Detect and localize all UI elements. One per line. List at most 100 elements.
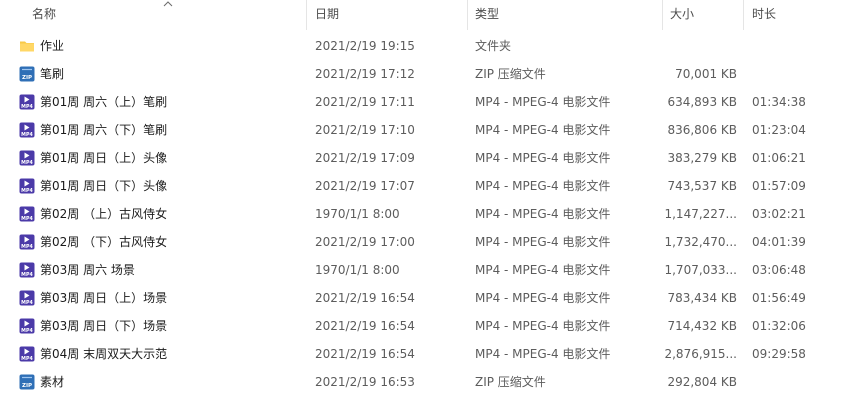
column-header-name[interactable]: 名称 [32, 0, 56, 30]
file-type: ZIP 压缩文件 [475, 375, 546, 389]
file-name: 第02周 （下）古风侍女 [40, 235, 168, 249]
column-divider[interactable] [662, 0, 663, 30]
zip-file-icon: ZIP [19, 374, 35, 390]
file-duration: 01:06:21 [752, 151, 806, 165]
file-row[interactable]: MP4 第01周 周六（上）笔刷 2021/2/19 17:11 MP4 - MPEG… [0, 88, 848, 116]
file-type: ZIP 压缩文件 [475, 67, 546, 81]
file-date: 2021/2/19 17:00 [315, 235, 415, 249]
file-date: 2021/2/19 17:07 [315, 179, 415, 193]
svg-text:MP4: MP4 [21, 244, 33, 250]
file-row[interactable]: MP4 第01周 周日（上）头像 2021/2/19 17:09 MP4 - MPEG… [0, 144, 848, 172]
folder-icon [20, 41, 34, 52]
zip-file-icon: ZIP [19, 66, 35, 82]
file-duration [752, 60, 842, 88]
file-name: 第01周 周六（上）笔刷 [40, 95, 168, 109]
file-date: 2021/2/19 17:12 [315, 67, 415, 81]
file-type: MP4 - MPEG-4 电影文件 [475, 291, 611, 305]
column-divider[interactable] [743, 0, 744, 30]
file-size: 1,147,227... [664, 207, 737, 221]
mp4-file-icon: MP4 [19, 262, 35, 278]
file-date: 2021/2/19 16:54 [315, 347, 415, 361]
file-size: 836,806 KB [667, 123, 737, 137]
svg-text:MP4: MP4 [21, 300, 33, 306]
file-date: 2021/2/19 16:54 [315, 319, 415, 333]
file-size [660, 32, 737, 60]
file-name: 第03周 周六 场景 [40, 263, 135, 277]
svg-text:MP4: MP4 [21, 328, 33, 334]
file-size: 292,804 KB [667, 375, 737, 389]
file-type: MP4 - MPEG-4 电影文件 [475, 123, 611, 137]
file-size: 383,279 KB [667, 151, 737, 165]
mp4-file-icon: MP4 [19, 206, 35, 222]
column-header-duration[interactable]: 时长 [752, 0, 776, 30]
file-row[interactable]: MP4 第03周 周日（下）场景 2021/2/19 16:54 MP4 - MPEG… [0, 312, 848, 340]
file-date: 2021/2/19 17:11 [315, 95, 415, 109]
file-duration [752, 368, 842, 396]
mp4-file-icon: MP4 [19, 94, 35, 110]
file-size: 714,432 KB [667, 319, 737, 333]
svg-text:MP4: MP4 [21, 132, 33, 138]
file-list: 名称 日期 类型 大小 时长 作业 2021/2/19 19:15 文件夹 ZIP 笔刷… [0, 0, 848, 419]
svg-text:ZIP: ZIP [22, 75, 32, 81]
file-date: 2021/2/19 16:53 [315, 375, 415, 389]
column-header-type[interactable]: 类型 [475, 0, 499, 30]
file-type: MP4 - MPEG-4 电影文件 [475, 263, 611, 277]
file-date: 2021/2/19 17:10 [315, 123, 415, 137]
file-duration: 01:32:06 [752, 319, 806, 333]
mp4-file-icon: MP4 [19, 290, 35, 306]
file-row[interactable]: MP4 第03周 周日（上）场景 2021/2/19 16:54 MP4 - MPEG… [0, 284, 848, 312]
svg-text:MP4: MP4 [21, 216, 33, 222]
svg-text:MP4: MP4 [21, 160, 33, 166]
file-size: 2,876,915... [664, 347, 737, 361]
file-duration [752, 32, 842, 60]
file-size: 783,434 KB [667, 291, 737, 305]
file-row[interactable]: MP4 第01周 周六（下）笔刷 2021/2/19 17:10 MP4 - MPEG… [0, 116, 848, 144]
mp4-file-icon: MP4 [19, 318, 35, 334]
file-duration: 04:01:39 [752, 235, 806, 249]
mp4-file-icon: MP4 [19, 234, 35, 250]
column-header-bar: 名称 日期 类型 大小 时长 [0, 0, 848, 30]
file-duration: 01:56:49 [752, 291, 806, 305]
column-divider[interactable] [467, 0, 468, 30]
column-header-size[interactable]: 大小 [670, 0, 694, 30]
file-row[interactable]: MP4 第03周 周六 场景 1970/1/1 8:00 MP4 - MPEG-4 电… [0, 256, 848, 284]
file-size: 634,893 KB [667, 95, 737, 109]
file-name: 第03周 周日（下）场景 [40, 319, 168, 333]
file-duration: 01:34:38 [752, 95, 806, 109]
sort-ascending-icon [163, 1, 173, 7]
file-duration: 01:57:09 [752, 179, 806, 193]
file-row[interactable]: ZIP 素材 2021/2/19 16:53 ZIP 压缩文件 292,804 KB [0, 368, 848, 396]
file-date: 1970/1/1 8:00 [315, 207, 400, 221]
file-date: 1970/1/1 8:00 [315, 263, 400, 277]
file-date: 2021/2/19 19:15 [315, 39, 415, 53]
file-type: MP4 - MPEG-4 电影文件 [475, 235, 611, 249]
file-size: 70,001 KB [675, 67, 737, 81]
file-row[interactable]: ZIP 笔刷 2021/2/19 17:12 ZIP 压缩文件 70,001 KB [0, 60, 848, 88]
file-row[interactable]: 作业 2021/2/19 19:15 文件夹 [0, 32, 848, 60]
file-row[interactable]: MP4 第04周 末周双天大示范 2021/2/19 16:54 MP4 - MPEG… [0, 340, 848, 368]
file-type: MP4 - MPEG-4 电影文件 [475, 95, 611, 109]
file-duration: 01:23:04 [752, 123, 806, 137]
svg-text:MP4: MP4 [21, 356, 33, 362]
file-size: 1,707,033... [664, 263, 737, 277]
svg-text:ZIP: ZIP [22, 383, 32, 389]
file-size: 1,732,470... [664, 235, 737, 249]
svg-text:MP4: MP4 [21, 188, 33, 194]
svg-text:MP4: MP4 [21, 272, 33, 278]
file-type: MP4 - MPEG-4 电影文件 [475, 347, 611, 361]
column-divider[interactable] [306, 0, 307, 30]
file-name: 第01周 周六（下）笔刷 [40, 123, 168, 137]
svg-text:MP4: MP4 [21, 104, 33, 110]
file-row[interactable]: MP4 第01周 周日（下）头像 2021/2/19 17:07 MP4 - MPEG… [0, 172, 848, 200]
mp4-file-icon: MP4 [19, 346, 35, 362]
file-row[interactable]: MP4 第02周 （上）古风侍女 1970/1/1 8:00 MP4 - MPEG-4… [0, 200, 848, 228]
file-name: 第04周 末周双天大示范 [40, 347, 168, 361]
file-type: MP4 - MPEG-4 电影文件 [475, 179, 611, 193]
file-row[interactable]: MP4 第02周 （下）古风侍女 2021/2/19 17:00 MP4 - MPEG… [0, 228, 848, 256]
column-header-date[interactable]: 日期 [315, 0, 339, 30]
file-name: 第01周 周日（下）头像 [40, 179, 168, 193]
file-duration: 03:06:48 [752, 263, 806, 277]
file-name: 作业 [40, 39, 65, 53]
file-type: MP4 - MPEG-4 电影文件 [475, 151, 611, 165]
mp4-file-icon: MP4 [19, 150, 35, 166]
